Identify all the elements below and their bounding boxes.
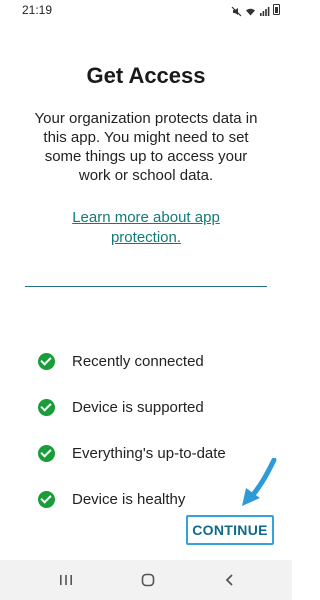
check-circle-icon xyxy=(38,490,55,508)
page-title: Get Access xyxy=(86,63,206,88)
recents-icon[interactable] xyxy=(58,572,74,588)
check-label: Device is supported xyxy=(72,398,204,416)
back-icon[interactable] xyxy=(222,572,238,588)
check-list: Recently connected Device is supported E… xyxy=(38,338,226,522)
pointer-arrow-icon xyxy=(242,458,277,506)
description-text: Your organization protects data in this … xyxy=(34,110,258,184)
continue-button-label: CONTINUE xyxy=(192,522,268,538)
check-circle-icon xyxy=(38,398,55,416)
check-label: Everything's up-to-date xyxy=(72,444,226,462)
continue-button[interactable]: CONTINUE xyxy=(186,515,274,545)
check-circle-icon xyxy=(38,444,55,462)
signal-icon xyxy=(259,4,270,16)
check-circle-icon xyxy=(38,352,55,370)
learn-more-link[interactable]: Learn more about app protection. xyxy=(40,208,252,248)
status-time: 21:19 xyxy=(22,3,53,17)
mute-icon xyxy=(231,4,242,17)
system-nav-bar xyxy=(0,560,292,600)
check-item-recently-connected: Recently connected xyxy=(38,338,226,384)
status-icons xyxy=(231,4,280,17)
divider xyxy=(25,286,267,287)
home-icon[interactable] xyxy=(140,572,156,588)
battery-icon xyxy=(273,4,280,15)
check-label: Recently connected xyxy=(72,352,204,370)
check-label: Device is healthy xyxy=(72,490,186,508)
check-item-device-supported: Device is supported xyxy=(38,384,226,430)
wifi-icon xyxy=(245,4,256,16)
status-bar: 21:19 xyxy=(0,0,292,20)
check-item-up-to-date: Everything's up-to-date xyxy=(38,430,226,476)
